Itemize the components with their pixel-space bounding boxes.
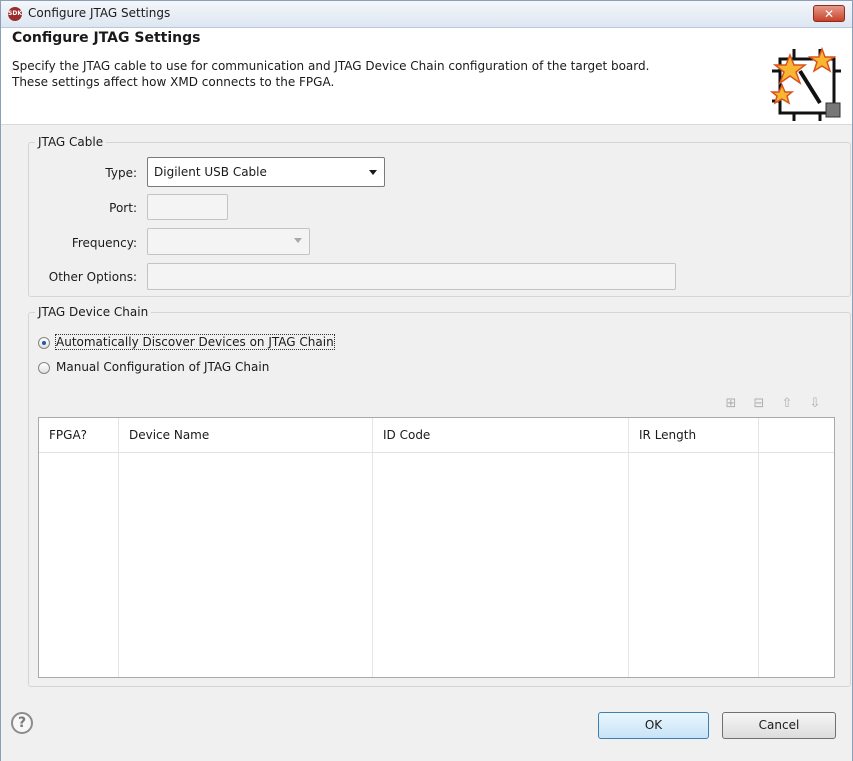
manual-config-radio[interactable]: [38, 362, 50, 374]
table-header: FPGA? Device Name ID Code IR Length: [39, 418, 834, 453]
jtag-device-chain-legend: JTAG Device Chain: [38, 305, 149, 319]
jtag-cable-legend: JTAG Cable: [38, 135, 104, 149]
cancel-button[interactable]: Cancel: [722, 712, 836, 739]
column-divider: [372, 418, 373, 677]
auto-discover-radio[interactable]: [38, 337, 50, 349]
chevron-down-icon: [294, 238, 302, 243]
move-up-icon[interactable]: ⇧: [779, 396, 795, 412]
cable-type-value: Digilent USB Cable: [154, 165, 267, 179]
dialog-window: SDK Configure JTAG Settings ✕ Configure …: [0, 0, 853, 761]
cable-type-dropdown[interactable]: Digilent USB Cable: [147, 157, 385, 187]
port-label: Port:: [109, 201, 137, 215]
column-header-ir-length[interactable]: IR Length: [629, 418, 759, 452]
jtag-wizard-banner-icon: [770, 46, 841, 121]
type-label: Type:: [105, 166, 137, 180]
column-divider: [118, 418, 119, 677]
column-header-device-name[interactable]: Device Name: [119, 418, 373, 452]
column-divider: [628, 418, 629, 677]
manual-config-label[interactable]: Manual Configuration of JTAG Chain: [56, 360, 269, 374]
other-options-label: Other Options:: [48, 270, 137, 284]
move-down-icon[interactable]: ⇩: [807, 396, 823, 412]
add-device-icon[interactable]: ⊞: [723, 396, 739, 412]
column-header-id-code[interactable]: ID Code: [373, 418, 629, 452]
title-bar[interactable]: SDK Configure JTAG Settings ✕: [1, 1, 852, 28]
frequency-label: Frequency:: [71, 236, 137, 250]
close-button[interactable]: ✕: [813, 5, 845, 22]
device-chain-table[interactable]: FPGA? Device Name ID Code IR Length: [38, 417, 835, 678]
column-divider: [758, 418, 759, 677]
remove-device-icon[interactable]: ⊟: [751, 396, 767, 412]
port-input[interactable]: [147, 194, 228, 220]
window-title: Configure JTAG Settings: [28, 6, 171, 20]
frequency-dropdown[interactable]: [147, 228, 310, 255]
sdk-app-icon: SDK: [8, 7, 22, 21]
help-icon[interactable]: ?: [11, 712, 33, 734]
page-title: Configure JTAG Settings: [12, 30, 201, 46]
description-line-2: These settings affect how XMD connects t…: [12, 75, 335, 89]
description-line-1: Specify the JTAG cable to use for commun…: [12, 59, 650, 73]
auto-discover-label[interactable]: Automatically Discover Devices on JTAG C…: [55, 334, 335, 350]
ok-button[interactable]: OK: [598, 712, 709, 739]
column-header-fpga[interactable]: FPGA?: [39, 418, 119, 452]
other-options-input[interactable]: [147, 263, 676, 290]
page-description: Specify the JTAG cable to use for commun…: [12, 58, 772, 90]
chevron-down-icon: [369, 170, 377, 175]
